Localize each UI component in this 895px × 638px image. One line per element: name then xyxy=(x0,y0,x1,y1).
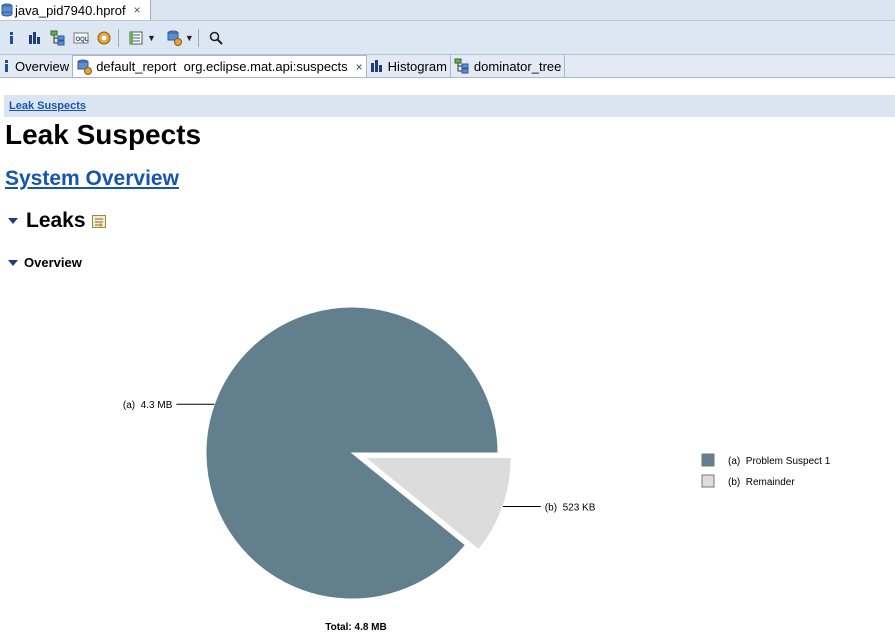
heap-dump-file-icon xyxy=(1,3,13,17)
tab-label: Histogram xyxy=(387,58,447,74)
legend-swatch xyxy=(701,474,715,488)
tab-default-report[interactable]: default_report org.eclipse.mat.api:suspe… xyxy=(73,55,367,77)
tab-label: Overview xyxy=(15,58,70,74)
histogram-icon xyxy=(370,59,384,73)
tab-dominator-tree[interactable]: dominator_tree xyxy=(450,55,566,77)
pie-slice-problem-suspect[interactable] xyxy=(205,306,499,600)
legend-swatch xyxy=(701,453,715,467)
tab-label: dominator_tree xyxy=(473,58,562,74)
legend-label: (a) Problem Suspect 1 xyxy=(728,456,831,467)
info-icon xyxy=(3,59,11,73)
pie-total-label: Total: 4.8 MB xyxy=(325,622,386,633)
svg-text:OQL: OQL xyxy=(76,37,89,43)
toolbar: OQL ▼ ▼ xyxy=(0,21,895,55)
pie-slice-label: (a) 4.3 MB xyxy=(123,400,173,411)
oql-icon[interactable]: OQL xyxy=(71,28,91,48)
editor-tab-bar: java_pid7940.hprof × xyxy=(0,0,895,21)
report-icon xyxy=(76,59,93,75)
tab-histogram[interactable]: Histogram xyxy=(366,55,451,77)
report-tab-bar: Overview default_report org.eclipse.mat.… xyxy=(0,55,895,78)
search-icon[interactable] xyxy=(206,28,226,48)
tab-overview[interactable]: Overview xyxy=(0,55,74,77)
close-icon[interactable]: × xyxy=(356,60,363,74)
editor-tab-label: java_pid7940.hprof xyxy=(15,2,126,18)
info-icon[interactable] xyxy=(2,28,22,48)
tab-label: default_report org.eclipse.mat.api:suspe… xyxy=(96,59,348,74)
pie-slice-label: (b) 523 KB xyxy=(545,502,596,513)
editor-tab-heap-dump[interactable]: java_pid7940.hprof × xyxy=(0,0,151,20)
query-browser-icon[interactable] xyxy=(126,28,146,48)
run-report-icon[interactable] xyxy=(164,28,184,48)
legend-label: (b) Remainder xyxy=(728,477,795,488)
pie-chart: (b) 523 KB (a) 4.3 MB Total: 4.8 MB (a) Pro… xyxy=(123,306,831,633)
toolbar-separator xyxy=(197,28,199,47)
dominator-tree-icon xyxy=(454,58,470,74)
toolbar-separator xyxy=(118,28,119,47)
heap-dump-overview-icon[interactable] xyxy=(94,28,114,48)
histogram-icon[interactable] xyxy=(25,28,45,48)
report-dropdown-icon[interactable]: ▼ xyxy=(185,33,194,43)
report-content: Leak Suspects Leak Suspects System Overv… xyxy=(0,78,895,638)
query-dropdown-icon[interactable]: ▼ xyxy=(147,33,156,43)
close-icon[interactable]: × xyxy=(134,3,141,17)
dominator-tree-icon[interactable] xyxy=(48,28,68,48)
